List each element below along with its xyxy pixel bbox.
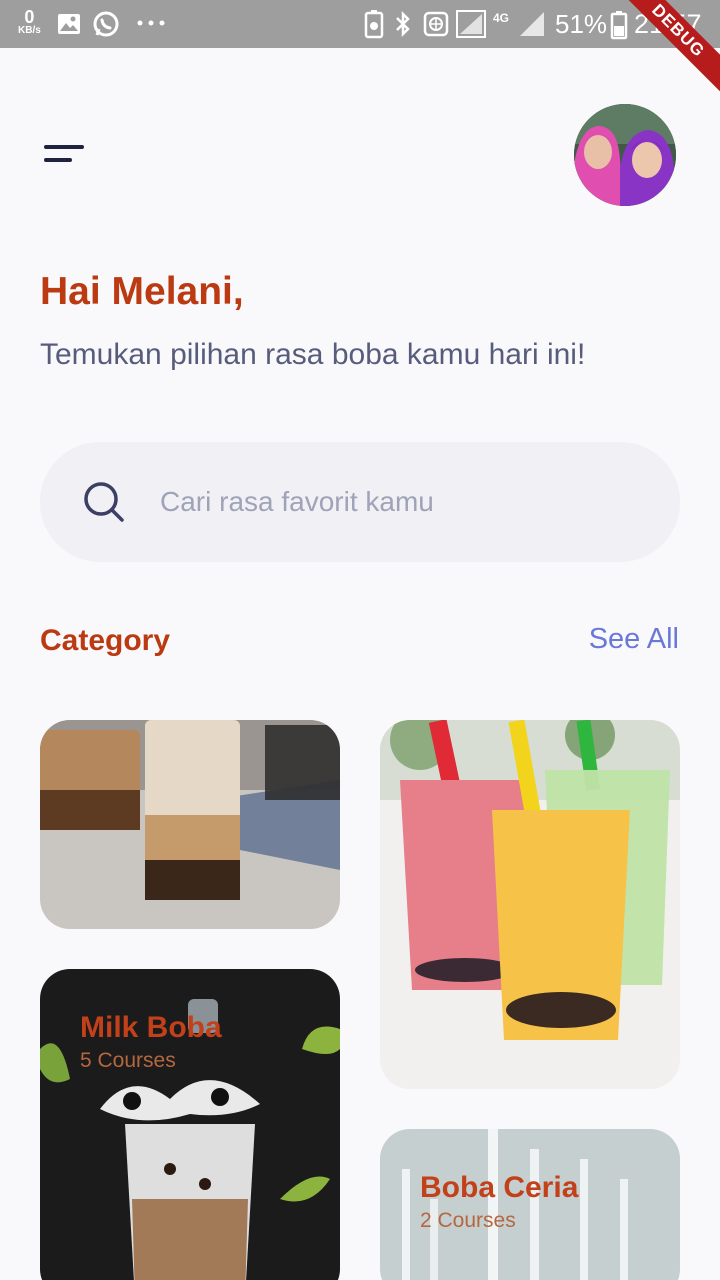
menu-button[interactable] [40, 140, 88, 170]
search-input[interactable] [160, 442, 640, 562]
category-card[interactable] [40, 720, 340, 929]
category-card-milk-boba[interactable]: Milk Boba 5 Courses [40, 969, 340, 1280]
avatar[interactable] [574, 104, 676, 206]
search-bar[interactable] [40, 442, 680, 562]
bluetooth-icon [396, 10, 410, 38]
gallery-icon [58, 14, 80, 34]
data-saver-icon [423, 11, 449, 37]
category-card[interactable] [380, 720, 680, 1089]
battery-icon [610, 11, 628, 40]
category-card-title: Boba Ceria [420, 1171, 579, 1204]
greeting-subtitle: Temukan pilihan rasa boba kamu hari ini! [40, 338, 586, 371]
profile-photo [574, 104, 676, 206]
status-bar: 0 KB/s 4G 51% 21:57 [0, 0, 720, 48]
battery-saver-icon [364, 10, 384, 39]
fruit-boba-image [380, 720, 680, 1089]
battery-percent: 51% [555, 8, 608, 39]
category-card-title: Milk Boba [80, 1011, 222, 1044]
signal-strength-icon [456, 10, 486, 38]
search-icon[interactable] [82, 480, 126, 524]
category-card-subtitle: 5 Courses [80, 1049, 176, 1072]
network-type: 4G [493, 11, 510, 25]
network-speed-value: 0 [24, 7, 35, 27]
category-card-boba-ceria[interactable]: Boba Ceria 2 Courses [380, 1129, 680, 1280]
hamburger-menu-icon [44, 145, 84, 149]
hamburger-menu-icon-line [44, 158, 72, 162]
more-notifications-icon [137, 20, 165, 26]
category-title: Category [40, 624, 171, 657]
network-speed-unit: KB/s [18, 25, 41, 36]
signal-strength-2-icon [520, 12, 544, 36]
milk-tea-image [40, 720, 340, 929]
whatsapp-icon [93, 11, 119, 37]
category-card-subtitle: 2 Courses [420, 1209, 516, 1232]
network-speed: 0 KB/s [18, 8, 41, 36]
greeting-title: Hai Melani, [40, 270, 244, 313]
see-all-link[interactable]: See All [589, 623, 679, 656]
